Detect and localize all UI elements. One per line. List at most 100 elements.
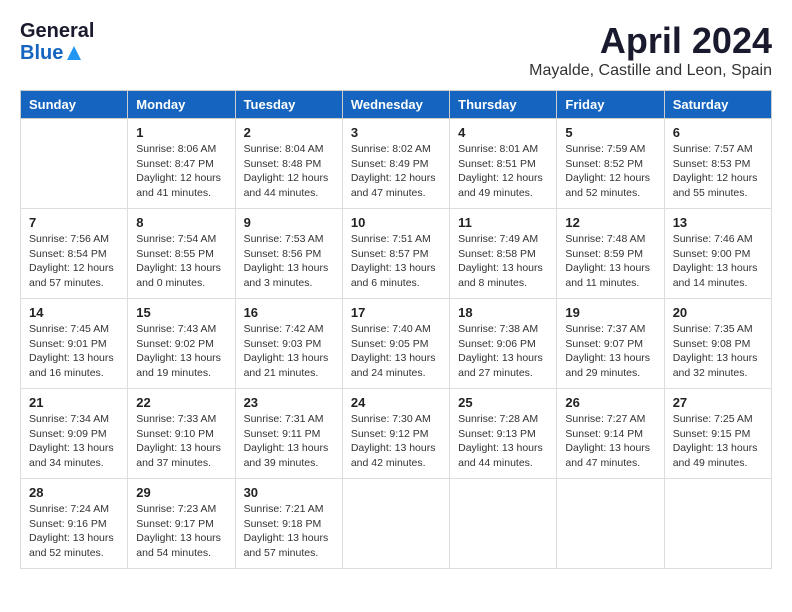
calendar-cell: 24 Sunrise: 7:30 AMSunset: 9:12 PMDayligh… — [342, 389, 449, 479]
calendar-cell: 6Sunrise: 7:57 AMSunset: 8:53 PMDaylight… — [664, 119, 771, 209]
cell-info: Sunrise: 7:53 AMSunset: 8:56 PMDaylight:… — [244, 232, 334, 291]
cell-info: Sunrise: 7:27 AMSunset: 9:14 PMDaylight:… — [565, 412, 655, 471]
day-number: 8 — [136, 215, 226, 230]
cell-info: Sunrise: 7:21 AMSunset: 9:18 PMDaylight:… — [244, 502, 334, 561]
cell-info: Sunrise: 7:24 AMSunset: 9:16 PMDaylight:… — [29, 502, 119, 561]
calendar-cell — [450, 479, 557, 569]
cell-info: Sunrise: 7:43 AMSunset: 9:02 PMDaylight:… — [136, 322, 226, 381]
calendar-cell — [557, 479, 664, 569]
calendar-cell: 17 Sunrise: 7:40 AMSunset: 9:05 PMDayligh… — [342, 299, 449, 389]
cell-info: Sunrise: 7:56 AMSunset: 8:54 PMDaylight:… — [29, 232, 119, 291]
calendar-table: SundayMondayTuesdayWednesdayThursdayFrid… — [20, 90, 772, 569]
day-number: 22 — [136, 395, 226, 410]
calendar-cell: 8 Sunrise: 7:54 AMSunset: 8:55 PMDaylight… — [128, 209, 235, 299]
day-number: 21 — [29, 395, 119, 410]
day-number: 18 — [458, 305, 548, 320]
cell-info: Sunrise: 7:59 AMSunset: 8:52 PMDaylight:… — [565, 142, 655, 201]
cell-info: Sunrise: 7:46 AMSunset: 9:00 PMDaylight:… — [673, 232, 763, 291]
logo: General Blue — [20, 20, 94, 64]
month-title: April 2024 — [529, 20, 772, 62]
cell-info: Sunrise: 7:23 AMSunset: 9:17 PMDaylight:… — [136, 502, 226, 561]
cell-info: Sunrise: 7:54 AMSunset: 8:55 PMDaylight:… — [136, 232, 226, 291]
cell-info: Sunrise: 7:33 AMSunset: 9:10 PMDaylight:… — [136, 412, 226, 471]
calendar-cell: 27 Sunrise: 7:25 AMSunset: 9:15 PMDayligh… — [664, 389, 771, 479]
day-number: 23 — [244, 395, 334, 410]
column-header-sunday: Sunday — [21, 91, 128, 119]
cell-info: Sunrise: 7:57 AMSunset: 8:53 PMDaylight:… — [673, 142, 763, 201]
day-number: 24 — [351, 395, 441, 410]
logo-triangle-icon — [65, 44, 83, 62]
calendar-cell: 15 Sunrise: 7:43 AMSunset: 9:02 PMDayligh… — [128, 299, 235, 389]
day-number: 1 — [136, 125, 226, 140]
column-header-tuesday: Tuesday — [235, 91, 342, 119]
week-row-4: 21 Sunrise: 7:34 AMSunset: 9:09 PMDayligh… — [21, 389, 772, 479]
cell-info: Sunrise: 7:40 AMSunset: 9:05 PMDaylight:… — [351, 322, 441, 381]
day-number: 28 — [29, 485, 119, 500]
calendar-cell: 21 Sunrise: 7:34 AMSunset: 9:09 PMDayligh… — [21, 389, 128, 479]
calendar-cell: 14 Sunrise: 7:45 AMSunset: 9:01 PMDayligh… — [21, 299, 128, 389]
cell-info: Sunrise: 7:31 AMSunset: 9:11 PMDaylight:… — [244, 412, 334, 471]
location-title: Mayalde, Castille and Leon, Spain — [529, 62, 772, 80]
logo-blue: Blue — [20, 42, 63, 64]
cell-info: Sunrise: 7:38 AMSunset: 9:06 PMDaylight:… — [458, 322, 548, 381]
calendar-cell: 3Sunrise: 8:02 AMSunset: 8:49 PMDaylight… — [342, 119, 449, 209]
cell-info: Sunrise: 7:45 AMSunset: 9:01 PMDaylight:… — [29, 322, 119, 381]
day-number: 20 — [673, 305, 763, 320]
calendar-cell: 11 Sunrise: 7:49 AMSunset: 8:58 PMDayligh… — [450, 209, 557, 299]
day-number: 5 — [565, 125, 655, 140]
calendar-cell: 12Sunrise: 7:48 AMSunset: 8:59 PMDayligh… — [557, 209, 664, 299]
day-number: 7 — [29, 215, 119, 230]
calendar-cell: 30Sunrise: 7:21 AMSunset: 9:18 PMDayligh… — [235, 479, 342, 569]
logo-general: General — [20, 20, 94, 42]
cell-info: Sunrise: 7:37 AMSunset: 9:07 PMDaylight:… — [565, 322, 655, 381]
cell-info: Sunrise: 7:28 AMSunset: 9:13 PMDaylight:… — [458, 412, 548, 471]
cell-info: Sunrise: 8:01 AMSunset: 8:51 PMDaylight:… — [458, 142, 548, 201]
calendar-cell — [21, 119, 128, 209]
header-row: SundayMondayTuesdayWednesdayThursdayFrid… — [21, 91, 772, 119]
cell-info: Sunrise: 7:51 AMSunset: 8:57 PMDaylight:… — [351, 232, 441, 291]
column-header-wednesday: Wednesday — [342, 91, 449, 119]
calendar-cell: 16 Sunrise: 7:42 AMSunset: 9:03 PMDayligh… — [235, 299, 342, 389]
calendar-cell: 26 Sunrise: 7:27 AMSunset: 9:14 PMDayligh… — [557, 389, 664, 479]
day-number: 17 — [351, 305, 441, 320]
day-number: 27 — [673, 395, 763, 410]
calendar-cell — [342, 479, 449, 569]
week-row-1: 1 Sunrise: 8:06 AMSunset: 8:47 PMDaylight… — [21, 119, 772, 209]
calendar-cell: 1 Sunrise: 8:06 AMSunset: 8:47 PMDaylight… — [128, 119, 235, 209]
cell-info: Sunrise: 8:02 AMSunset: 8:49 PMDaylight:… — [351, 142, 441, 201]
cell-info: Sunrise: 7:48 AMSunset: 8:59 PMDaylight:… — [565, 232, 655, 291]
calendar-cell: 13Sunrise: 7:46 AMSunset: 9:00 PMDayligh… — [664, 209, 771, 299]
day-number: 15 — [136, 305, 226, 320]
day-number: 16 — [244, 305, 334, 320]
cell-info: Sunrise: 8:06 AMSunset: 8:47 PMDaylight:… — [136, 142, 226, 201]
calendar-cell: 22 Sunrise: 7:33 AMSunset: 9:10 PMDayligh… — [128, 389, 235, 479]
column-header-saturday: Saturday — [664, 91, 771, 119]
calendar-cell: 2Sunrise: 8:04 AMSunset: 8:48 PMDaylight… — [235, 119, 342, 209]
day-number: 11 — [458, 215, 548, 230]
calendar-cell: 7 Sunrise: 7:56 AMSunset: 8:54 PMDaylight… — [21, 209, 128, 299]
day-number: 26 — [565, 395, 655, 410]
cell-info: Sunrise: 7:49 AMSunset: 8:58 PMDaylight:… — [458, 232, 548, 291]
cell-info: Sunrise: 7:34 AMSunset: 9:09 PMDaylight:… — [29, 412, 119, 471]
week-row-3: 14 Sunrise: 7:45 AMSunset: 9:01 PMDayligh… — [21, 299, 772, 389]
calendar-cell: 9 Sunrise: 7:53 AMSunset: 8:56 PMDaylight… — [235, 209, 342, 299]
day-number: 2 — [244, 125, 334, 140]
cell-info: Sunrise: 7:25 AMSunset: 9:15 PMDaylight:… — [673, 412, 763, 471]
cell-info: Sunrise: 7:42 AMSunset: 9:03 PMDaylight:… — [244, 322, 334, 381]
calendar-cell: 5 Sunrise: 7:59 AMSunset: 8:52 PMDaylight… — [557, 119, 664, 209]
day-number: 19 — [565, 305, 655, 320]
calendar-cell: 19 Sunrise: 7:37 AMSunset: 9:07 PMDayligh… — [557, 299, 664, 389]
calendar-cell: 18 Sunrise: 7:38 AMSunset: 9:06 PMDayligh… — [450, 299, 557, 389]
day-number: 9 — [244, 215, 334, 230]
calendar-cell: 23 Sunrise: 7:31 AMSunset: 9:11 PMDayligh… — [235, 389, 342, 479]
column-header-monday: Monday — [128, 91, 235, 119]
cell-info: Sunrise: 7:35 AMSunset: 9:08 PMDaylight:… — [673, 322, 763, 381]
title-area: April 2024 Mayalde, Castille and Leon, S… — [529, 20, 772, 80]
cell-info: Sunrise: 7:30 AMSunset: 9:12 PMDaylight:… — [351, 412, 441, 471]
day-number: 10 — [351, 215, 441, 230]
day-number: 14 — [29, 305, 119, 320]
column-header-thursday: Thursday — [450, 91, 557, 119]
calendar-cell — [664, 479, 771, 569]
calendar-cell: 25Sunrise: 7:28 AMSunset: 9:13 PMDayligh… — [450, 389, 557, 479]
day-number: 29 — [136, 485, 226, 500]
